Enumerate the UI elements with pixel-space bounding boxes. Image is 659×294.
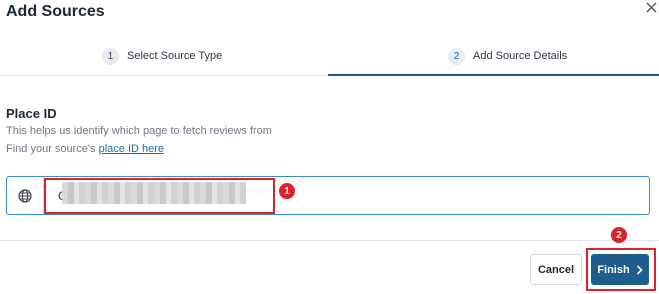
finish-label: Finish (597, 263, 630, 276)
close-button[interactable] (644, 0, 659, 15)
annotation-box-1 (44, 178, 275, 214)
finish-button[interactable]: Finish (591, 254, 649, 285)
annotation-marker-2: 2 (611, 227, 627, 243)
step-number: 2 (448, 48, 465, 65)
globe-icon (18, 188, 32, 203)
close-icon[interactable] (644, 0, 659, 15)
step-add-source-details[interactable]: 2 Add Source Details (448, 44, 567, 76)
find-source-prefix: Find your source's (6, 143, 99, 155)
active-step-indicator (328, 74, 659, 76)
step-select-source-type[interactable]: 1 Select Source Type (102, 44, 222, 76)
stepper: 1 Select Source Type 2 Add Source Detail… (0, 44, 659, 76)
find-source-text: Find your source's place ID here (6, 143, 164, 155)
step-number: 1 (102, 48, 119, 65)
cancel-button[interactable]: Cancel (530, 254, 582, 285)
footer-divider (0, 240, 659, 241)
place-id-link[interactable]: place ID here (99, 143, 164, 155)
help-text: This helps us identify which page to fet… (6, 125, 272, 137)
section-title: Place ID (6, 106, 57, 121)
dialog-title: Add Sources (6, 3, 105, 20)
step-label: Add Source Details (473, 50, 568, 62)
input-addon (7, 177, 44, 214)
step-label: Select Source Type (127, 50, 223, 62)
chevron-right-icon (636, 264, 643, 275)
annotation-marker-1: 1 (279, 183, 295, 199)
